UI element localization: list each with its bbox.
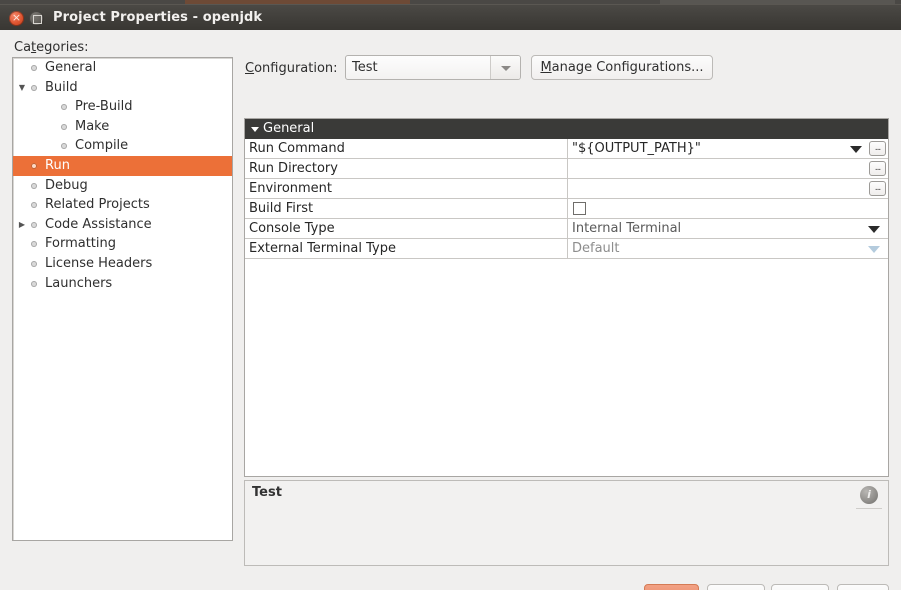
property-value: Default xyxy=(572,239,620,258)
chevron-down-icon[interactable] xyxy=(850,146,862,153)
bullet-icon xyxy=(31,85,37,91)
sidebar-item-related-projects[interactable]: Related Projects xyxy=(13,195,232,215)
column-divider xyxy=(567,139,568,158)
property-value: Internal Terminal xyxy=(572,219,681,238)
dialog-body: Categories: General▼BuildPre-BuildMakeCo… xyxy=(0,30,901,590)
help-button[interactable]: Help xyxy=(837,584,889,590)
property-name: Run Directory xyxy=(249,159,338,178)
browse-button[interactable]: ... xyxy=(869,181,886,196)
property-row[interactable]: Environment... xyxy=(245,179,888,199)
property-row[interactable]: Build First xyxy=(245,199,888,219)
bullet-icon xyxy=(31,281,37,287)
sidebar-item-label: Launchers xyxy=(45,274,112,294)
ellipsis-icon: ... xyxy=(870,161,885,176)
browse-button[interactable]: ... xyxy=(869,161,886,176)
sidebar-item-label: Debug xyxy=(45,176,88,196)
property-row[interactable]: Console Type Internal Terminal xyxy=(245,219,888,239)
column-divider xyxy=(567,199,568,218)
property-name: Console Type xyxy=(249,219,335,238)
bullet-icon xyxy=(31,65,37,71)
description-divider xyxy=(856,508,882,509)
properties-table: General Run Command"${OUTPUT_PATH}"...Ru… xyxy=(244,118,889,477)
chevron-right-icon[interactable]: ▶ xyxy=(15,215,29,235)
info-icon[interactable] xyxy=(860,486,878,504)
sidebar-item-label: Make xyxy=(75,117,109,137)
ellipsis-icon: ... xyxy=(870,181,885,196)
sidebar-item-label: General xyxy=(45,58,96,78)
sidebar-item-label: Formatting xyxy=(45,234,116,254)
cancel-button[interactable]: Cancel xyxy=(707,584,765,590)
property-name: Environment xyxy=(249,179,332,198)
description-title: Test xyxy=(252,485,282,500)
sidebar-item-label: License Headers xyxy=(45,254,152,274)
sidebar-item-label: Pre-Build xyxy=(75,97,133,117)
property-row[interactable]: External Terminal Type Default xyxy=(245,239,888,259)
sidebar-item-label: Related Projects xyxy=(45,195,150,215)
close-icon[interactable] xyxy=(9,11,24,26)
sidebar-item-label: Code Assistance xyxy=(45,215,152,235)
project-properties-dialog: Project Properties - openjdk Categories:… xyxy=(0,0,901,590)
sidebar-item-make[interactable]: Make xyxy=(13,117,232,137)
bullet-icon xyxy=(31,163,37,169)
configuration-value: Test xyxy=(352,56,378,79)
categories-tree[interactable]: General ▼ BuildPre-BuildMakeCompileRunDebu… xyxy=(12,57,233,541)
ellipsis-icon: ... xyxy=(870,141,885,156)
sidebar-item-license-headers[interactable]: License Headers xyxy=(13,254,232,274)
apply-button[interactable]: Apply xyxy=(771,584,829,590)
manage-configurations-button[interactable]: Manage Configurations... xyxy=(531,55,713,80)
property-row[interactable]: Run Command "${OUTPUT_PATH}"... xyxy=(245,139,888,159)
property-value: "${OUTPUT_PATH}" xyxy=(572,139,701,158)
properties-group-label: General xyxy=(263,119,314,139)
sidebar-item-general[interactable]: General xyxy=(13,58,232,78)
maximize-icon[interactable] xyxy=(29,11,44,26)
sidebar-item-build[interactable]: ▼ Build xyxy=(13,78,232,98)
chevron-down-icon[interactable]: ▼ xyxy=(15,78,29,98)
categories-label: Categories: xyxy=(14,40,88,55)
chevron-down-icon[interactable] xyxy=(490,56,520,79)
sidebar-item-code-assistance[interactable]: ▶ Code Assistance xyxy=(13,215,232,235)
sidebar-item-label: Run xyxy=(45,156,70,176)
column-divider xyxy=(567,179,568,198)
property-row[interactable]: Run Directory... xyxy=(245,159,888,179)
sidebar-item-compile[interactable]: Compile xyxy=(13,136,232,156)
bullet-icon xyxy=(31,261,37,267)
column-divider xyxy=(567,219,568,238)
bullet-icon xyxy=(61,124,67,130)
property-name: Run Command xyxy=(249,139,345,158)
sidebar-item-pre-build[interactable]: Pre-Build xyxy=(13,97,232,117)
ok-button[interactable]: OK xyxy=(644,584,699,590)
properties-group-header[interactable]: General xyxy=(245,119,888,139)
sidebar-item-label: Compile xyxy=(75,136,128,156)
sidebar-item-run[interactable]: Run xyxy=(13,156,232,176)
column-divider xyxy=(567,239,568,258)
bullet-icon xyxy=(31,202,37,208)
chevron-down-icon[interactable] xyxy=(868,246,880,253)
sidebar-item-debug[interactable]: Debug xyxy=(13,176,232,196)
configuration-select[interactable]: Test xyxy=(345,55,521,80)
bullet-icon xyxy=(61,143,67,149)
title-bar[interactable]: Project Properties - openjdk xyxy=(0,4,901,31)
bullet-icon xyxy=(31,222,37,228)
triangle-down-icon xyxy=(251,127,259,132)
bullet-icon xyxy=(31,241,37,247)
property-name: Build First xyxy=(249,199,313,218)
column-divider xyxy=(567,159,568,178)
bullet-icon xyxy=(61,104,67,110)
browse-button[interactable]: ... xyxy=(869,141,886,156)
bullet-icon xyxy=(31,183,37,189)
configuration-label: Configuration: xyxy=(245,61,338,76)
description-panel: Test xyxy=(244,480,889,566)
sidebar-item-formatting[interactable]: Formatting xyxy=(13,234,232,254)
property-name: External Terminal Type xyxy=(249,239,396,258)
build-first-checkbox[interactable] xyxy=(573,202,586,215)
window-title: Project Properties - openjdk xyxy=(53,5,262,31)
sidebar-item-launchers[interactable]: Launchers xyxy=(13,274,232,294)
sidebar-item-label: Build xyxy=(45,78,78,98)
chevron-down-icon[interactable] xyxy=(868,226,880,233)
